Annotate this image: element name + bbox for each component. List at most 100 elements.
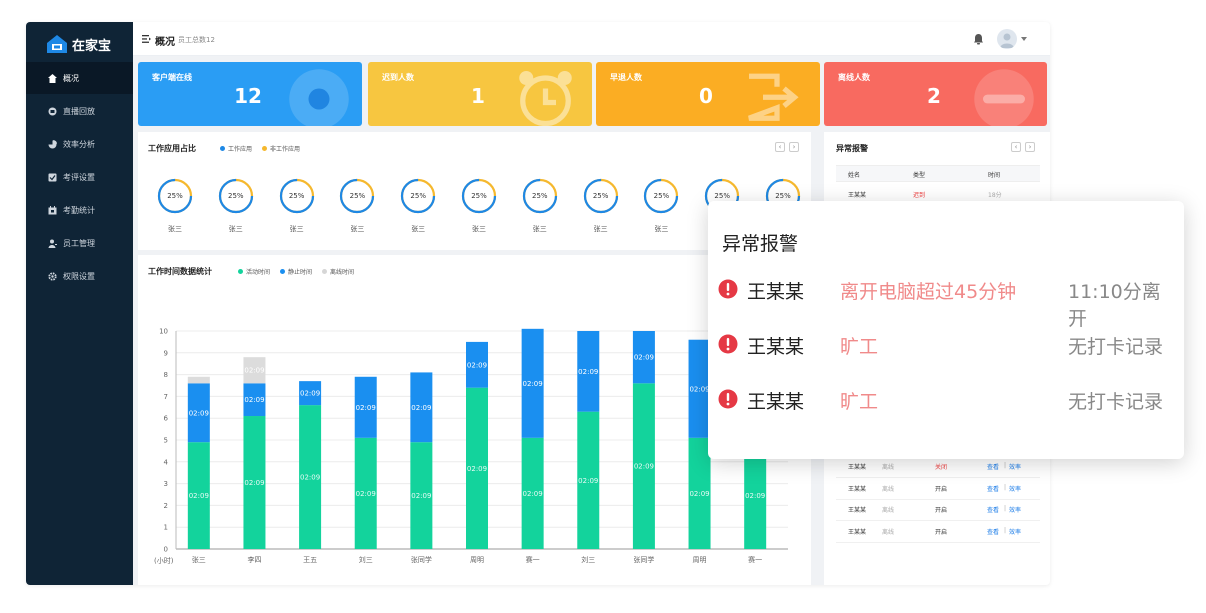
ring-name: 张三 [411, 225, 426, 233]
row-time: 18分 [988, 192, 1002, 199]
row-switch: 开启 [935, 528, 948, 536]
separator: | [1004, 483, 1007, 491]
ring-name: 张三 [472, 225, 486, 233]
alarm-reason: 旷工 [840, 391, 879, 413]
sidebar-item-4[interactable]: 考评设置 [26, 161, 133, 193]
bar-value-label: 02:09 [411, 492, 431, 500]
sidebar-item-2[interactable]: 直播回放 [26, 95, 133, 127]
separator: | [1004, 526, 1007, 534]
usage-ring: 25% [642, 177, 680, 215]
usage-ring: 25% [217, 177, 255, 215]
view-link[interactable]: 查看 [987, 462, 999, 471]
sidebar-item-label: 权限设置 [63, 271, 95, 281]
alarm-employee-name: 王某某 [747, 281, 805, 303]
row-name: 王某某 [848, 528, 867, 536]
efficiency-link[interactable]: 效率 [1009, 484, 1021, 493]
ring-percent: 25% [592, 192, 609, 200]
y-tick-label: 2 [164, 502, 168, 510]
next-button[interactable]: › [1025, 142, 1035, 152]
alarm-popup: 异常报警 王某某 离开电脑超过45分钟 11:10分离开 王某某 旷工 无打卡记录 王某某旷… [708, 201, 1184, 459]
alarm-employee-name: 王某某 [747, 391, 805, 413]
row-status: 离线 [882, 528, 895, 536]
alarm-row[interactable]: 王某某 旷工 无打卡记录 [718, 387, 1178, 417]
view-link[interactable]: 查看 [987, 484, 999, 493]
x-tick-label: 赛一 [526, 555, 540, 564]
ring-name: 张三 [350, 225, 365, 233]
alarm-reason: 旷工 [840, 336, 879, 358]
alarm-row[interactable]: 王某某 离开电脑超过45分钟 11:10分离开 [718, 277, 1178, 330]
usage-ring: 25% [521, 177, 559, 215]
ring-percent: 25% [471, 192, 487, 200]
view-link[interactable]: 查看 [987, 505, 999, 514]
gear-icon [48, 271, 57, 281]
stat-card-3[interactable]: 早退人数 0 [596, 62, 820, 126]
sidebar-item-6[interactable]: 员工管理 [26, 227, 133, 259]
efficiency-link[interactable]: 效率 [1009, 505, 1021, 514]
alarm-note: 无打卡记录 [1068, 391, 1164, 413]
user-icon [48, 239, 57, 248]
bell-icon[interactable] [973, 33, 984, 45]
row-status: 离线 [882, 464, 895, 471]
usage-ring: 25% [338, 177, 376, 215]
stat-card-1[interactable]: 客户端在线 12 [138, 62, 362, 126]
x-tick-label: 刘三 [581, 555, 595, 564]
row-switch: 开启 [935, 485, 948, 493]
bar-value-label: 02:09 [634, 463, 654, 471]
stat-card-2[interactable]: 迟到人数 1 [368, 62, 592, 126]
x-tick-label: 张三 [192, 555, 206, 564]
row-name: 王某某 [848, 192, 867, 199]
bar-value-label: 02:09 [523, 490, 543, 498]
top-header: 概况 员工总数12 [133, 22, 1050, 56]
ring-percent: 25% [288, 192, 305, 200]
alarm-reason: 离开电脑超过45分钟 [840, 281, 1017, 303]
bar-offline [187, 376, 210, 384]
ring-percent: 25% [167, 192, 183, 200]
stat-label: 客户端在线 [152, 73, 192, 82]
y-axis-label: (小时) [154, 556, 174, 565]
menu-toggle-icon[interactable] [142, 35, 151, 43]
sidebar-item-5[interactable]: 考勤统计 [26, 194, 133, 226]
bar-value-label: 02:09 [578, 368, 598, 376]
usage-ring: 25% [278, 177, 316, 215]
avatar[interactable] [997, 29, 1017, 49]
next-button[interactable]: › [789, 142, 799, 152]
row-type: 迟到 [913, 192, 926, 199]
efficiency-link[interactable]: 效率 [1009, 462, 1021, 471]
bar-value-label: 02:09 [356, 404, 376, 412]
y-tick-label: 3 [164, 480, 168, 488]
ring-percent: 25% [653, 192, 670, 200]
bar-value-label: 02:09 [634, 354, 654, 362]
sidebar-item-3[interactable]: 效率分析 [26, 128, 133, 160]
chevron-down-icon[interactable] [1021, 37, 1027, 41]
prev-button[interactable]: ‹ [1011, 142, 1021, 152]
x-tick-label: 王五 [303, 556, 317, 564]
sidebar-item-1[interactable]: 概况 [26, 62, 133, 94]
alarm-row[interactable]: 王某某 旷工 无打卡记录 [718, 332, 1178, 362]
view-link[interactable]: 查看 [987, 527, 999, 536]
row-status: 离线 [882, 507, 895, 514]
sidebar-item-label: 员工管理 [63, 238, 95, 248]
ring-percent: 25% [532, 192, 548, 200]
y-tick-label: 7 [164, 393, 168, 401]
user-silhouette-icon [1000, 33, 1014, 48]
x-tick-label: 周明 [693, 556, 707, 564]
logo-text: 在家宝 [72, 38, 112, 54]
app-logo[interactable]: 在家宝 [46, 32, 111, 56]
warning-icon [718, 334, 738, 354]
sidebar-item-label: 直播回放 [63, 106, 95, 116]
sidebar-item-7[interactable]: 权限设置 [26, 260, 133, 292]
x-tick-label: 赛一 [748, 555, 762, 564]
alarm-note: 11:10分离开 [1068, 281, 1161, 330]
x-tick-label: 李四 [247, 555, 261, 564]
prev-button[interactable]: ‹ [775, 142, 785, 152]
sidebar-item-label: 考评设置 [63, 172, 95, 182]
stat-card-4[interactable]: 离线人数 2 [824, 62, 1047, 126]
row-switch: 关闭 [935, 464, 948, 471]
bar-value-label: 02:09 [356, 490, 376, 498]
bar-value-label: 02:09 [578, 477, 598, 485]
bar-value-label: 02:09 [467, 361, 487, 369]
x-tick-label: 刘三 [359, 555, 373, 564]
efficiency-link[interactable]: 效率 [1009, 527, 1021, 536]
row-switch: 开启 [935, 507, 948, 514]
ring-percent: 25% [349, 192, 366, 200]
